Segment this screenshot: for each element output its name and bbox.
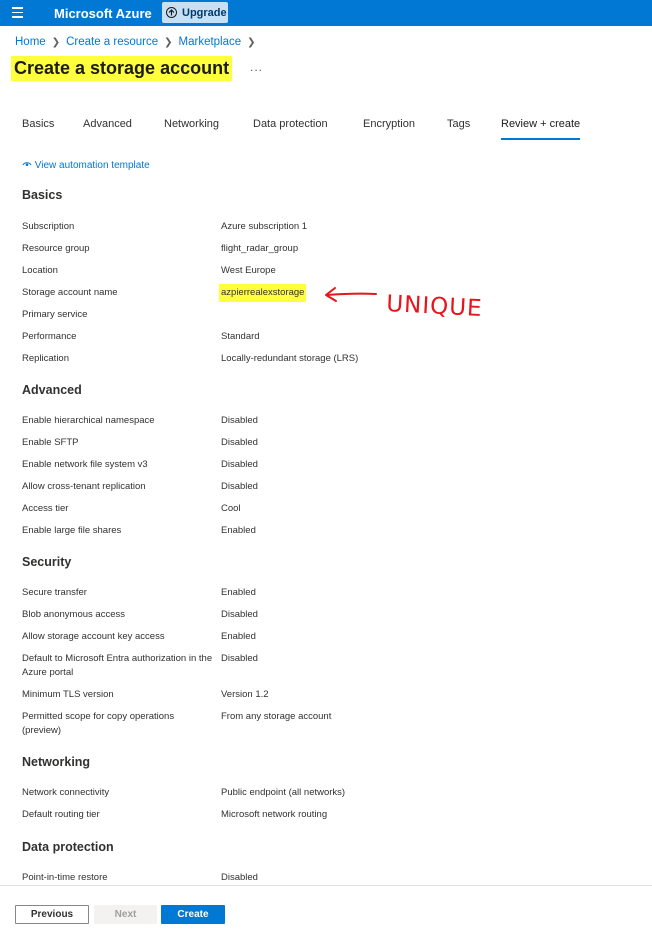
row-label: Allow cross-tenant replication (22, 481, 146, 492)
tab-data-protection[interactable]: Data protection (253, 118, 328, 130)
page-title: Create a storage account (11, 56, 233, 81)
row-value: Disabled (221, 653, 258, 664)
breadcrumb-marketplace[interactable]: Marketplace (179, 36, 242, 48)
row-value: Disabled (221, 481, 258, 492)
section-security-title: Security (22, 555, 72, 569)
row-label: Performance (22, 331, 77, 342)
row-label: Enable SFTP (22, 437, 79, 448)
row-label: Location (22, 265, 58, 276)
annotation-text: UNIQUE (386, 291, 484, 320)
row-label: Subscription (22, 221, 75, 232)
row-value: From any storage account (221, 711, 332, 722)
row-value: West Europe (221, 265, 276, 276)
hamburger-menu-icon[interactable] (12, 7, 23, 18)
row-label: Permitted scope for copy operations (pre… (22, 711, 175, 736)
previous-button[interactable]: Previous (15, 905, 89, 924)
row-value: Version 1.2 (221, 689, 269, 700)
breadcrumb-create-resource[interactable]: Create a resource (66, 36, 158, 48)
row-label: Point-in-time restore (22, 872, 108, 883)
section-basics-title: Basics (22, 188, 63, 202)
row-label: Enable hierarchical namespace (22, 415, 155, 426)
tab-advanced[interactable]: Advanced (83, 118, 132, 130)
row-label: Storage account name (22, 287, 118, 298)
next-button[interactable]: Next (94, 905, 157, 924)
section-advanced-title: Advanced (22, 383, 82, 397)
row-label: Default to Microsoft Entra authorization… (22, 653, 213, 678)
row-label: Enable large file shares (22, 525, 122, 536)
handwritten-annotation: UNIQUE (318, 280, 493, 325)
automation-link-label: View automation template (34, 160, 150, 171)
row-value: Disabled (221, 415, 258, 426)
upgrade-button[interactable]: Upgrade (162, 2, 228, 23)
tab-encryption[interactable]: Encryption (363, 118, 415, 130)
footer-bar: Previous Next Create (0, 885, 652, 935)
tab-review-create[interactable]: Review + create (501, 118, 581, 140)
row-value: Locally-redundant storage (LRS) (221, 353, 359, 364)
row-label: Replication (22, 353, 69, 364)
arrow-up-icon (166, 7, 177, 18)
row-value: Enabled (221, 631, 256, 642)
tab-basics[interactable]: Basics (22, 118, 54, 130)
row-label: Resource group (22, 243, 90, 254)
tab-networking[interactable]: Networking (164, 118, 219, 130)
chevron-right-icon: ❯ (247, 37, 256, 48)
row-label: Primary service (22, 309, 88, 320)
breadcrumb-home[interactable]: Home (15, 36, 46, 48)
row-value: Cool (221, 503, 241, 514)
row-value: Standard (221, 331, 260, 342)
row-value: Disabled (221, 609, 258, 620)
brand-title[interactable]: Microsoft Azure (54, 6, 152, 21)
storage-account-name-value: azpierrealexstorage (219, 284, 307, 302)
row-value: Disabled (221, 459, 258, 470)
row-value: Disabled (221, 872, 258, 883)
more-options-button[interactable]: ... (250, 60, 263, 74)
create-button[interactable]: Create (161, 905, 225, 924)
tab-tags[interactable]: Tags (447, 118, 470, 130)
row-label: Network connectivity (22, 787, 110, 798)
row-label: Default routing tier (22, 809, 100, 820)
row-value: Microsoft network routing (221, 809, 328, 820)
chevron-right-icon: ❯ (164, 37, 173, 48)
top-bar: Microsoft Azure Upgrade (0, 0, 652, 26)
row-label: Secure transfer (22, 587, 87, 598)
breadcrumb: Home ❯ Create a resource ❯ Marketplace ❯ (15, 36, 262, 48)
row-value: Public endpoint (all networks) (221, 787, 346, 798)
upgrade-label: Upgrade (182, 6, 227, 19)
row-label: Enable network file system v3 (22, 459, 148, 470)
view-automation-template-link[interactable]: View automation template (22, 160, 150, 171)
row-value: Azure subscription 1 (221, 221, 308, 232)
row-label: Minimum TLS version (22, 689, 114, 700)
section-networking-title: Networking (22, 755, 91, 769)
chevron-right-icon: ❯ (51, 37, 61, 48)
row-label: Blob anonymous access (22, 609, 125, 620)
template-icon (22, 160, 35, 171)
row-label: Allow storage account key access (22, 631, 165, 642)
row-label: Access tier (22, 503, 69, 514)
row-value: Enabled (221, 587, 256, 598)
section-data-protection-title: Data protection (22, 840, 114, 854)
row-value: Enabled (221, 525, 256, 536)
row-value: Disabled (221, 437, 258, 448)
row-value: flight_radar_group (221, 243, 299, 254)
